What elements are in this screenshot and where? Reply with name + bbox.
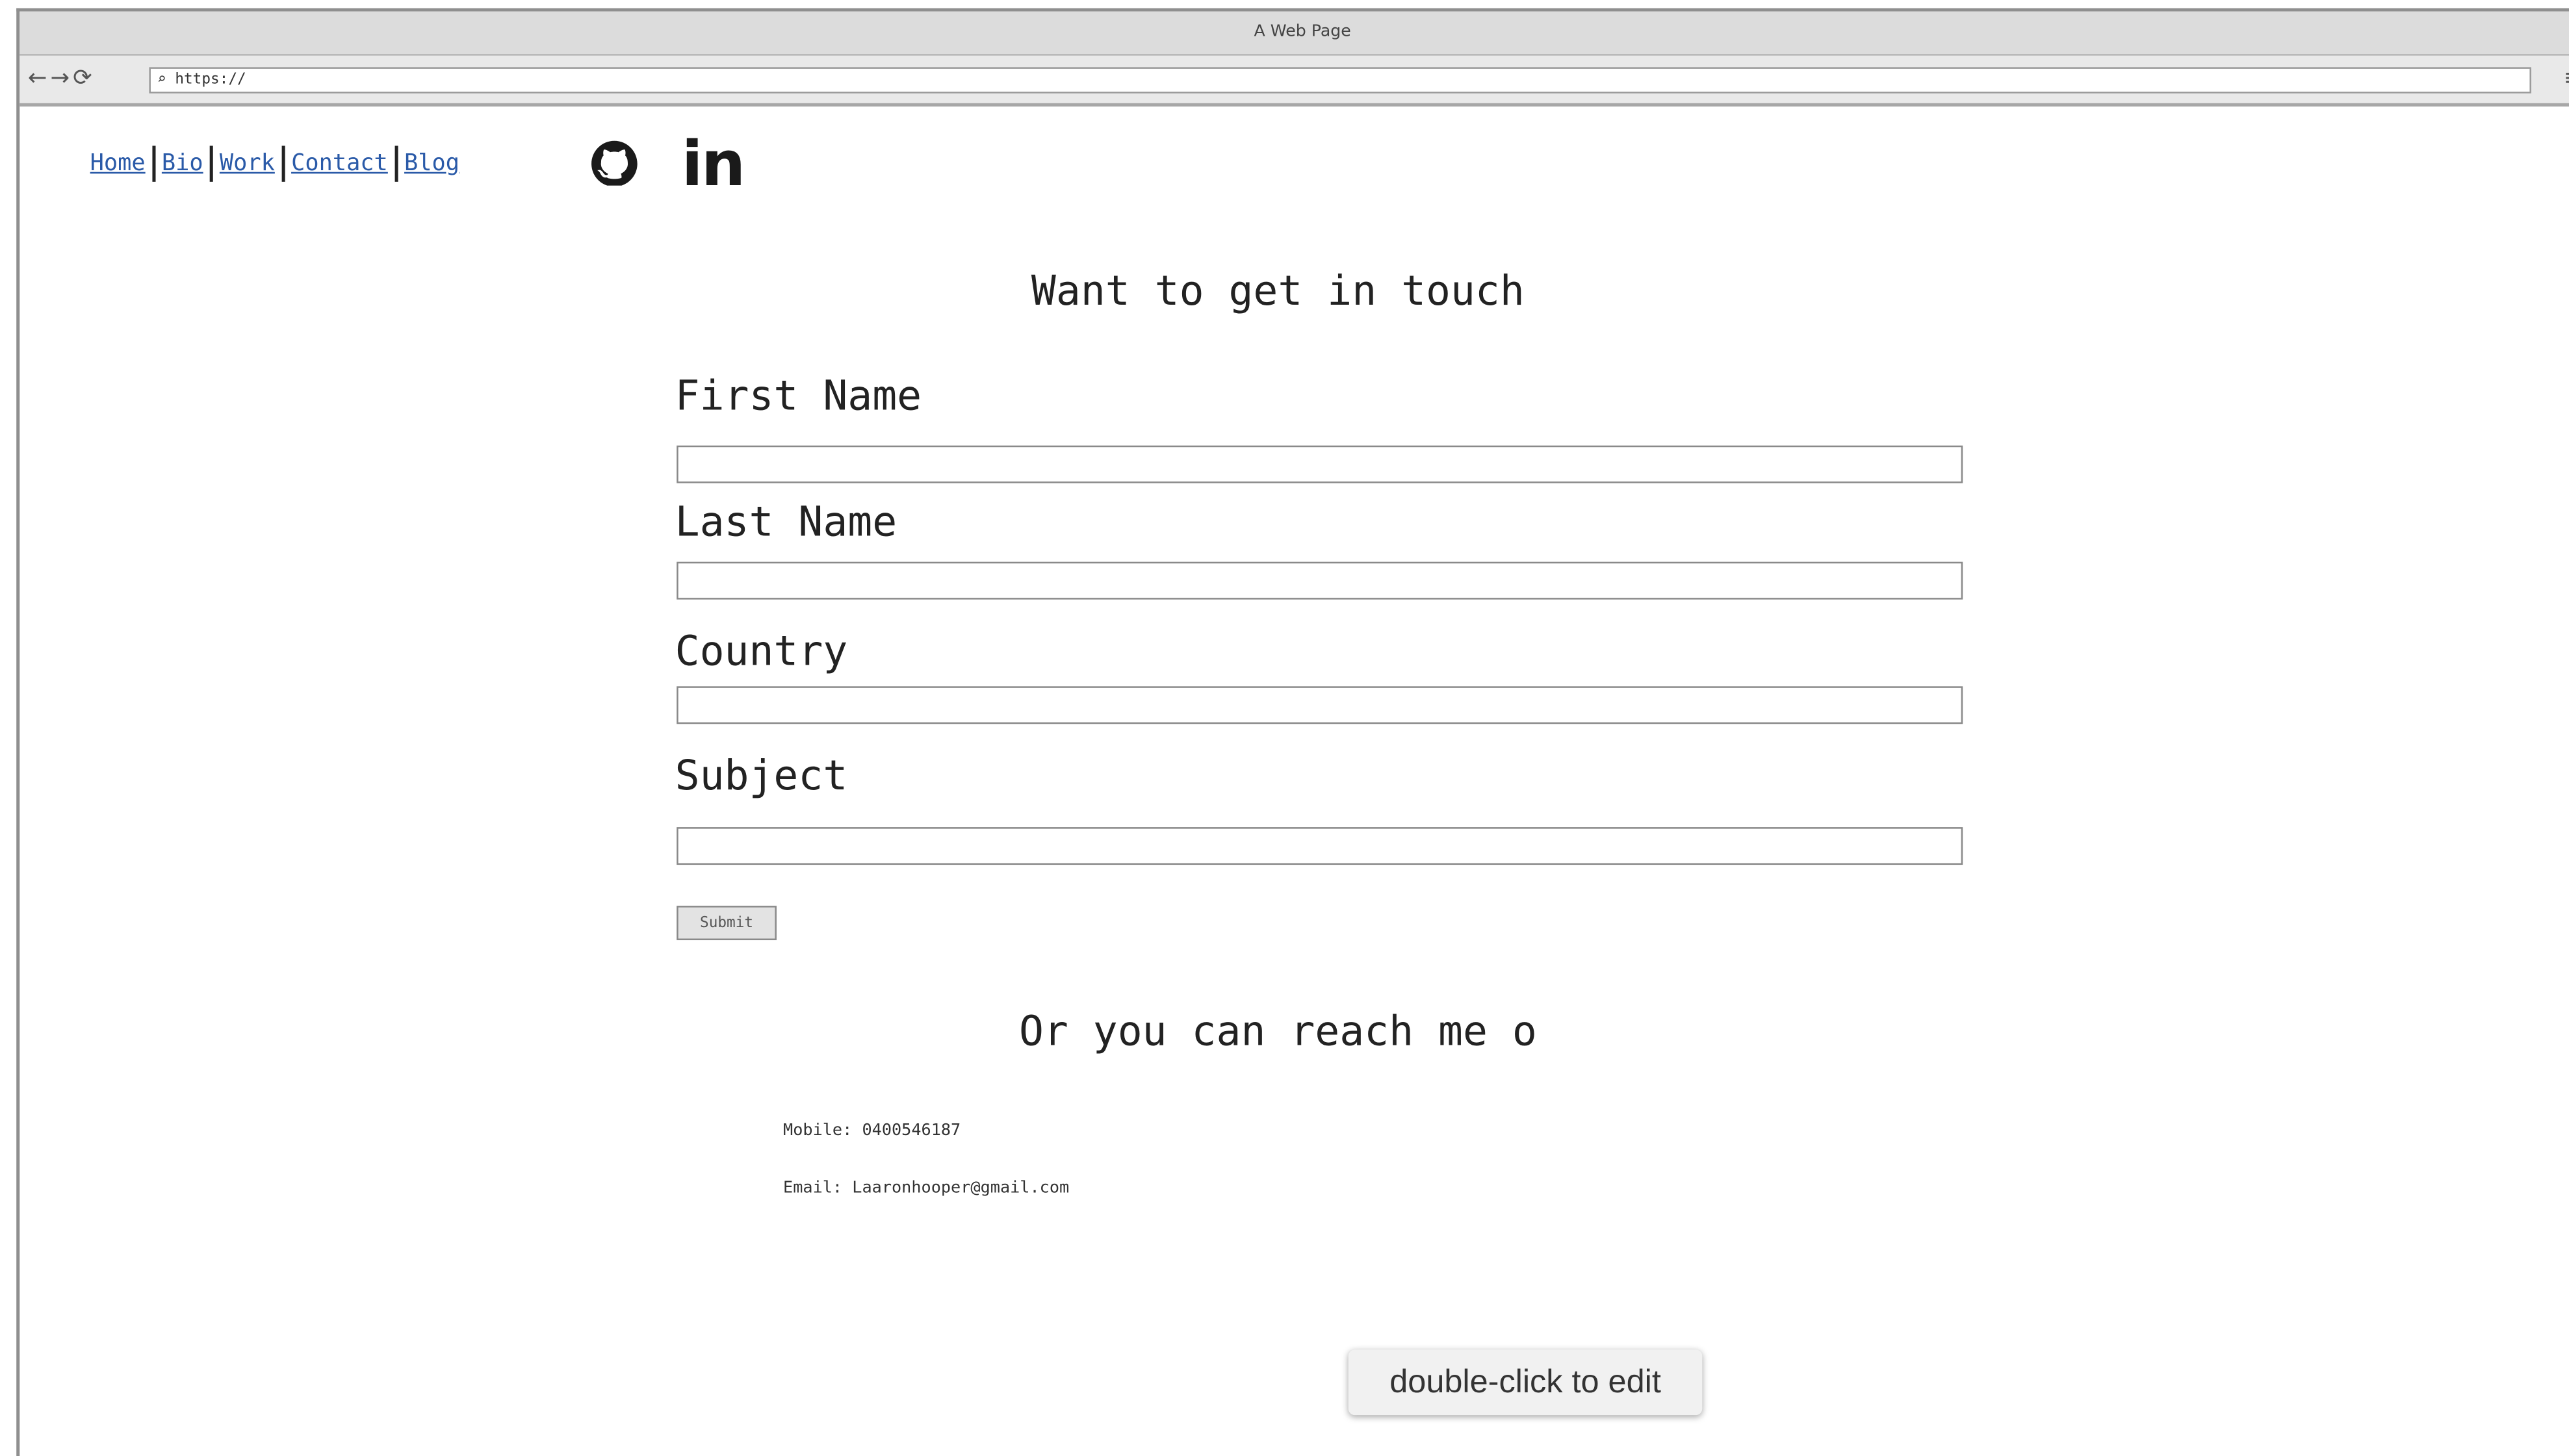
email-text: Email: Laaronhooper@gmail.com	[783, 1179, 1070, 1197]
search-icon: ⌕	[157, 71, 166, 89]
subject-field[interactable]	[677, 827, 1963, 865]
linkedin-icon[interactable]: in	[682, 133, 746, 195]
country-label: Country	[675, 627, 848, 675]
nav-separator	[281, 146, 285, 182]
nav-separator	[151, 146, 155, 182]
first-name-field[interactable]	[677, 445, 1963, 483]
reach-me-heading: Or you can reach me o	[1018, 1007, 1537, 1055]
first-name-label: First Name	[675, 372, 922, 420]
menu-icon[interactable]: ≡	[2565, 66, 2569, 92]
last-name-label: Last Name	[675, 498, 897, 546]
back-icon[interactable]: ←	[28, 66, 51, 92]
social-links: in	[587, 133, 746, 195]
forward-icon[interactable]: →	[50, 66, 73, 92]
country-field[interactable]	[677, 686, 1963, 724]
nav-link-contact[interactable]: Contact	[287, 151, 393, 177]
contact-heading: Want to get in touch	[1031, 266, 1525, 315]
nav-separator	[394, 146, 398, 182]
stage: A Web Page ←→⟳ ⌕ https:// ≡ Home Bio Wor…	[0, 0, 2569, 1456]
reload-icon[interactable]: ⟳	[73, 66, 96, 92]
address-bar[interactable]: ⌕ https://	[149, 67, 2531, 94]
submit-button[interactable]: Submit	[677, 906, 777, 941]
edit-tooltip: double-click to edit	[1348, 1349, 1703, 1416]
window-title: A Web Page	[19, 11, 2569, 56]
github-icon[interactable]	[587, 136, 643, 192]
browser-toolbar: ←→⟳ ⌕ https:// ≡	[19, 55, 2569, 107]
browser-window: A Web Page ←→⟳ ⌕ https:// ≡ Home Bio Wor…	[16, 8, 2569, 1456]
mobile-text: Mobile: 0400546187	[783, 1121, 961, 1140]
nav-link-bio[interactable]: Bio	[157, 151, 208, 177]
nav-link-home[interactable]: Home	[85, 151, 150, 177]
site-nav: Home Bio Work Contact Blog	[85, 146, 465, 182]
last-name-field[interactable]	[677, 561, 1963, 600]
nav-link-blog[interactable]: Blog	[399, 151, 464, 177]
nav-link-work[interactable]: Work	[214, 151, 279, 177]
subject-label: Subject	[675, 752, 848, 800]
url-text: https://	[175, 71, 246, 89]
nav-buttons: ←→⟳	[28, 66, 96, 92]
nav-separator	[209, 146, 213, 182]
